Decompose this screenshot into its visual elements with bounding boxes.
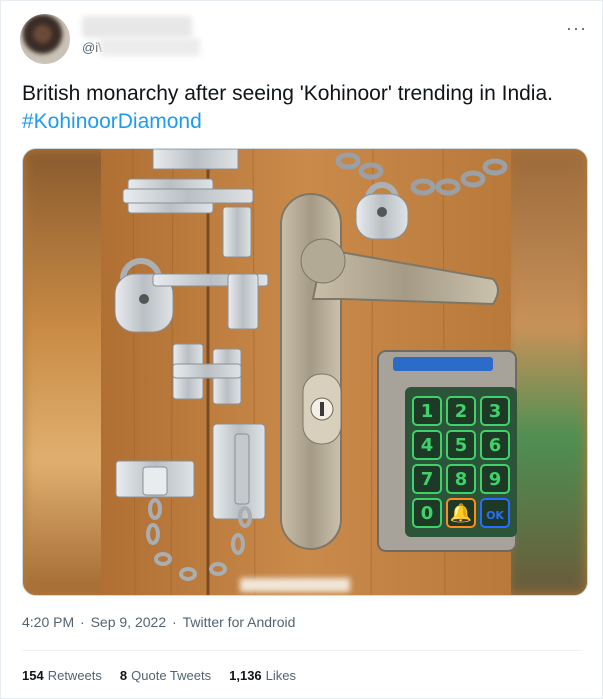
hashtag-link[interactable]: #KohinoorDiamond bbox=[22, 110, 202, 133]
likes-link[interactable]: 1,136 Likes bbox=[229, 668, 296, 683]
meta-separator: · bbox=[76, 614, 89, 630]
keypad-key-label: 🔔 bbox=[450, 503, 472, 524]
keypad-key-label: 5 bbox=[455, 435, 468, 456]
keypad-key-label: 6 bbox=[489, 435, 502, 456]
tweet-body: British monarchy after seeing 'Kohinoor'… bbox=[22, 82, 553, 105]
keypad-key-label: 7 bbox=[421, 469, 434, 490]
quotes-count: 8 bbox=[119, 668, 128, 683]
watermark-redacted bbox=[240, 578, 350, 592]
tweet-date[interactable]: Sep 9, 2022 bbox=[91, 614, 167, 630]
keypad-key-label: 1 bbox=[421, 401, 434, 422]
keypad-key-label: 8 bbox=[455, 469, 468, 490]
quotes-label: Quote Tweets bbox=[131, 668, 212, 683]
tweet-media-image[interactable]: 1 2 3 4 5 6 7 8 9 0 🔔 OK bbox=[22, 148, 588, 596]
retweets-label: Retweets bbox=[47, 668, 102, 683]
quote-tweets-link[interactable]: 8 Quote Tweets bbox=[120, 668, 211, 683]
keypad-key-label: 9 bbox=[489, 469, 502, 490]
more-options-icon[interactable]: ··· bbox=[566, 18, 587, 39]
avatar[interactable] bbox=[20, 14, 70, 64]
divider bbox=[22, 650, 582, 651]
likes-count: 1,136 bbox=[229, 668, 262, 683]
tweet-text: British monarchy after seeing 'Kohinoor'… bbox=[22, 80, 582, 136]
keypad-key-label: 3 bbox=[489, 401, 502, 422]
tweet-stats: 154 Retweets 8 Quote Tweets 1,136 Likes bbox=[22, 668, 296, 683]
retweets-link[interactable]: 154 Retweets bbox=[22, 668, 102, 683]
tweet-source[interactable]: Twitter for Android bbox=[183, 614, 296, 630]
retweets-count: 154 bbox=[22, 668, 44, 683]
locks-door-illustration: 1 2 3 4 5 6 7 8 9 0 🔔 OK bbox=[101, 149, 517, 595]
meta-separator: · bbox=[168, 614, 181, 630]
tweet-time[interactable]: 4:20 PM bbox=[22, 614, 74, 630]
keypad-key-label: OK bbox=[486, 509, 504, 522]
display-name-redacted[interactable] bbox=[82, 16, 192, 38]
handle-redacted bbox=[100, 38, 200, 56]
likes-label: Likes bbox=[265, 668, 297, 683]
tweet-meta: 4:20 PM · Sep 9, 2022 · Twitter for Andr… bbox=[22, 614, 297, 630]
user-handle[interactable]: @i\ bbox=[82, 40, 102, 55]
keypad-key-label: 0 bbox=[421, 503, 434, 524]
keypad-key-label: 4 bbox=[421, 435, 434, 456]
keypad-key-label: 2 bbox=[455, 401, 468, 422]
